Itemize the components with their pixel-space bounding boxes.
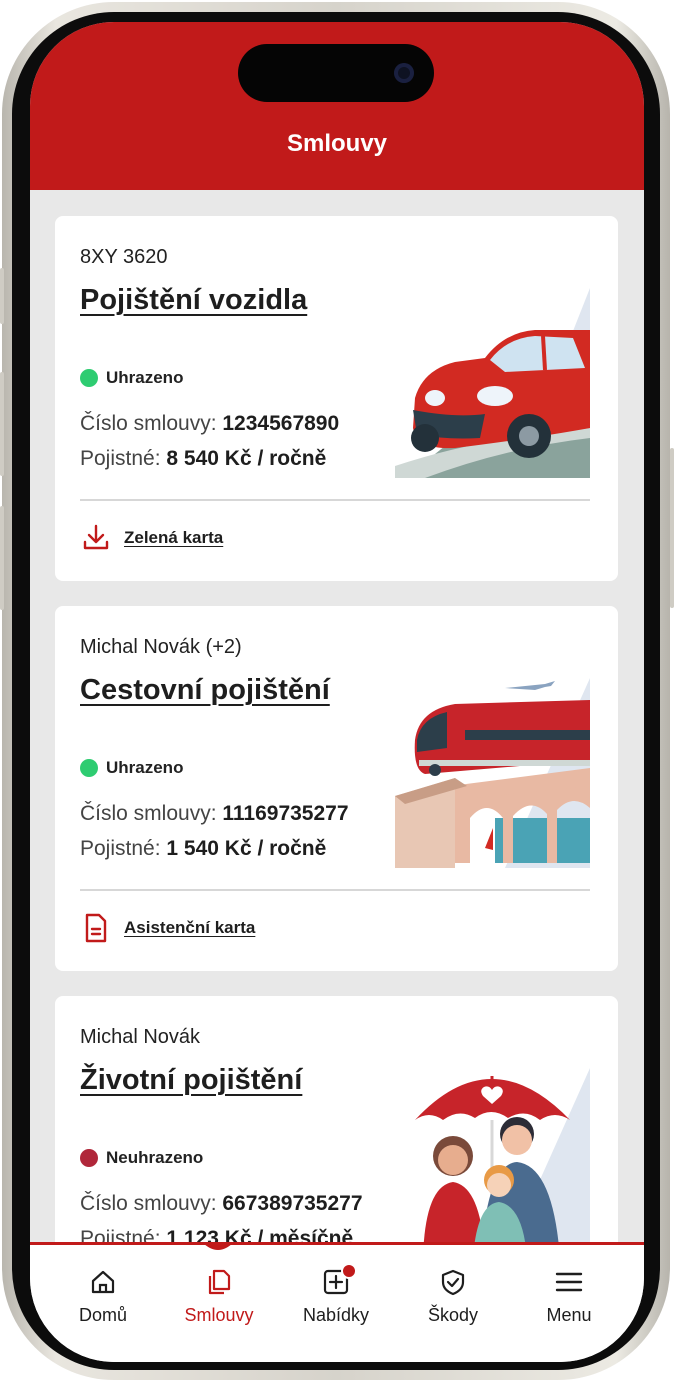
nav-label: Domů: [78, 1305, 127, 1325]
premium-label: Pojistné:: [80, 837, 167, 860]
camera-icon: [394, 63, 414, 83]
contract-card-travel[interactable]: Michal Novák (+2) Cestovní pojištění Uhr…: [55, 606, 618, 971]
contract-title-link[interactable]: Pojištění vozidla: [80, 284, 307, 317]
family-umbrella-illustration: [415, 1068, 590, 1242]
app-header: Smlouvy: [30, 22, 644, 190]
status-unpaid-dot-icon: [80, 1149, 98, 1167]
nav-item-contracts[interactable]: Smlouvy: [164, 1267, 274, 1326]
premium-value: 1 123 Kč / měsíčně: [166, 1227, 354, 1242]
contract-number-row: Číslo smlouvy: 11169735277: [80, 802, 349, 826]
side-button-mute: [0, 268, 4, 324]
nav-item-offers[interactable]: Nabídky: [281, 1263, 391, 1326]
nav-item-home[interactable]: Domů: [48, 1267, 158, 1326]
status-label: Uhrazeno: [106, 368, 184, 387]
premium-value: 8 540 Kč / ročně: [166, 447, 327, 470]
nav-label: Škody: [427, 1305, 479, 1325]
card-divider: [80, 889, 590, 891]
contract-number-row: Číslo smlouvy: 1234567890: [80, 412, 339, 436]
side-button-volume-up: [0, 372, 4, 476]
menu-icon: [555, 1272, 583, 1292]
status-label: Neuhrazeno: [106, 1148, 204, 1167]
status-badge: Uhrazeno: [80, 758, 183, 778]
assistance-card-link[interactable]: Asistenční karta: [80, 912, 255, 944]
contracts-icon: [208, 1269, 231, 1295]
contract-number-label: Číslo smlouvy:: [80, 802, 223, 825]
contract-card-life[interactable]: Michal Novák Životní pojištění Neuhrazen…: [55, 996, 618, 1242]
premium-row: Pojistné: 8 540 Kč / ročně: [80, 447, 326, 471]
premium-label: Pojistné:: [80, 1227, 167, 1242]
nav-label: Smlouvy: [184, 1305, 254, 1325]
nav-label: Menu: [546, 1305, 592, 1325]
contract-title-link[interactable]: Cestovní pojištění: [80, 674, 330, 707]
status-badge: Neuhrazeno: [80, 1148, 203, 1168]
contract-title-link[interactable]: Životní pojištění: [80, 1064, 302, 1097]
download-icon: [83, 524, 109, 550]
active-tab-indicator: [202, 1242, 234, 1250]
dynamic-island: [238, 44, 434, 102]
action-label: Asistenční karta: [124, 918, 256, 937]
document-icon: [85, 913, 107, 943]
status-paid-dot-icon: [80, 369, 98, 387]
contracts-list[interactable]: 8XY 3620 Pojištění vozidla Uhrazeno Čísl…: [30, 190, 644, 1242]
phone-frame: Smlouvy 8XY 3620 Pojištění vozidla Uhraz…: [0, 0, 674, 1383]
premium-value: 1 540 Kč / ročně: [166, 837, 327, 860]
contract-owner: 8XY 3620: [80, 246, 168, 268]
contract-number-label: Číslo smlouvy:: [80, 412, 223, 435]
side-button-power: [670, 448, 674, 608]
side-button-volume-down: [0, 506, 4, 610]
contract-number-value: 1234567890: [222, 412, 340, 435]
nav-label: Nabídky: [302, 1305, 370, 1325]
car-illustration: [395, 288, 590, 478]
contract-owner: Michal Novák: [80, 1026, 201, 1048]
contract-card-vehicle[interactable]: 8XY 3620 Pojištění vozidla Uhrazeno Čísl…: [55, 216, 618, 581]
home-icon: [91, 1270, 115, 1294]
action-label: Zelená karta: [124, 528, 224, 547]
status-paid-dot-icon: [80, 759, 98, 777]
contract-number-value: 667389735277: [222, 1192, 363, 1215]
train-illustration: [395, 678, 590, 868]
contract-number-label: Číslo smlouvy:: [80, 1192, 223, 1215]
nav-item-menu[interactable]: Menu: [514, 1267, 624, 1326]
card-divider: [80, 499, 590, 501]
status-label: Uhrazeno: [106, 758, 184, 777]
status-badge: Uhrazeno: [80, 368, 183, 388]
app-screen: Smlouvy 8XY 3620 Pojištění vozidla Uhraz…: [30, 22, 644, 1362]
nav-item-claims[interactable]: Škody: [398, 1267, 508, 1326]
premium-label: Pojistné:: [80, 447, 167, 470]
page-title: Smlouvy: [286, 130, 388, 157]
claims-shield-icon: [441, 1269, 465, 1296]
contract-number-value: 11169735277: [222, 802, 349, 825]
premium-row: Pojistné: 1 123 Kč / měsíčně: [80, 1227, 353, 1242]
contract-number-row: Číslo smlouvy: 667389735277: [80, 1192, 363, 1216]
bottom-navigation: Domů Smlouvy Nabídky Škody Menu: [30, 1242, 644, 1362]
green-card-download-link[interactable]: Zelená karta: [80, 522, 223, 554]
notification-badge: [341, 1263, 357, 1279]
contract-owner: Michal Novák (+2): [80, 636, 242, 658]
premium-row: Pojistné: 1 540 Kč / ročně: [80, 837, 326, 861]
